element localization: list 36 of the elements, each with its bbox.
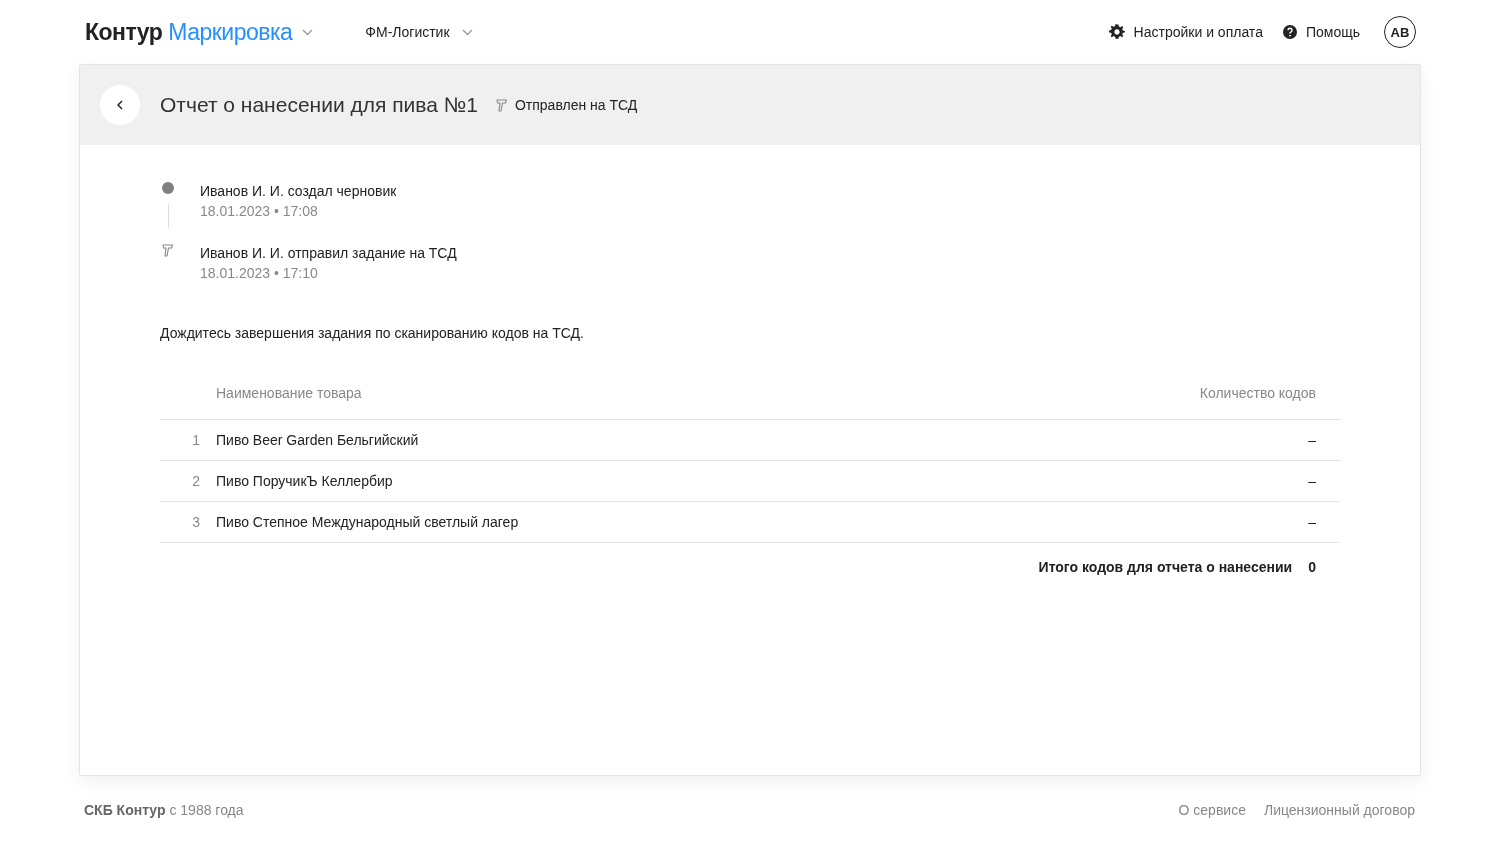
back-button[interactable] [100, 85, 140, 125]
product-name: Пиво ПоручикЪ Келлербир [216, 460, 984, 502]
total-label: Итого кодов для отчета о нанесении [1038, 559, 1293, 575]
column-header: Количество кодов [983, 385, 1340, 420]
notice-text: Дождитесь завершения задания по сканированию кодов на ТСД. [160, 325, 585, 341]
event-text: Иванов И. И. отправил задание на ТСД [200, 244, 457, 263]
settings-link[interactable]: Настройки и оплата [1108, 24, 1263, 40]
footer-link[interactable]: Лицензионный договор [1263, 802, 1415, 818]
code-count: – [983, 419, 1340, 461]
row-number: 3 [160, 501, 216, 543]
chevron-left-icon [117, 100, 123, 110]
product-logo[interactable]: Контур Маркировка [85, 18, 314, 46]
help-link[interactable]: Помощь [1282, 24, 1360, 40]
code-count: – [983, 501, 1340, 543]
total-value: 0 [1308, 559, 1316, 575]
row-number: 1 [160, 419, 216, 461]
help-icon [1282, 25, 1297, 39]
event-time: 18.01.2023 • 17:10 [200, 264, 319, 283]
column-header: Наименование товара [216, 385, 984, 420]
chevron-down-icon [302, 28, 314, 36]
footer-link[interactable]: О сервисе [1178, 802, 1246, 818]
product-name: Пиво Степное Международный светлый лагер [216, 501, 984, 543]
copyright-text: СКБ Контур с 1988 года [84, 802, 244, 818]
event-text: Иванов И. И. создал черновик [200, 182, 398, 201]
row-number: 2 [160, 460, 216, 502]
code-count: – [983, 460, 1340, 502]
status-label: Отправлен на ТСД [495, 97, 638, 113]
scanner-icon [495, 98, 508, 112]
event-time: 18.01.2023 • 17:08 [200, 202, 319, 221]
settings-icon [1108, 24, 1125, 40]
timeline-dot [162, 182, 174, 194]
scanner-icon [162, 244, 174, 257]
page-title: Отчет о нанесении для пива №1 [160, 93, 478, 117]
product-name: Пиво Beer Garden Бельгийский [216, 419, 984, 461]
organization-dropdown[interactable]: ФМ-Логистик [365, 24, 473, 40]
chevron-down-icon [461, 28, 473, 36]
